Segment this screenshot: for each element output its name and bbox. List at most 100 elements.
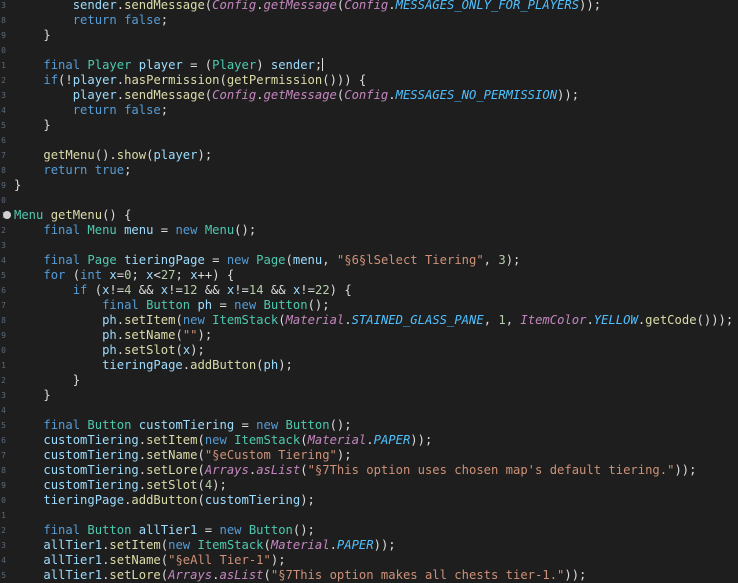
code-token: . [138, 463, 147, 477]
code-line[interactable]: sender.sendMessage(Config.getMessage(Con… [14, 0, 601, 13]
code-line[interactable]: return false; [14, 13, 168, 28]
code-line[interactable]: getMenu().show(player); [14, 148, 212, 163]
code-line[interactable]: customTiering.setSlot(4); [14, 478, 227, 493]
code-token: new [182, 313, 213, 327]
code-token: } [14, 118, 51, 132]
code-token: Button [146, 298, 198, 312]
code-token: Player [87, 58, 139, 72]
code-line[interactable]: final Button customTiering = new Button(… [14, 418, 351, 433]
code-token: Button [248, 523, 293, 537]
code-token: new [168, 538, 198, 552]
code-token: } [14, 178, 22, 192]
code-token: = [212, 298, 235, 312]
code-token: new [175, 223, 205, 237]
code-line[interactable]: return false; [14, 103, 168, 118]
code-line[interactable]: player.sendMessage(Config.getMessage(Con… [14, 88, 579, 103]
code-token: getCode [645, 313, 697, 327]
code-token: 1 [498, 313, 506, 327]
code-token: . [138, 448, 147, 462]
code-token: "§6§lSelect Tiering" [336, 253, 484, 267]
code-token: ph [102, 343, 117, 357]
code-line[interactable]: tieringPage.addButton(customTiering); [14, 493, 315, 508]
code-token: ItemStack [212, 313, 279, 327]
code-token: "" [182, 328, 198, 342]
code-line[interactable]: if (x!=4 && x!=12 && x!=14 && x!=22) { [14, 283, 352, 298]
code-token: ); [336, 448, 352, 462]
code-token: Config [212, 88, 257, 102]
code-token: . [116, 88, 125, 102]
code-line[interactable]: customTiering.setItem(new ItemStack(Mate… [14, 433, 432, 448]
code-token: . [116, 343, 125, 357]
code-token: ); [212, 478, 227, 492]
code-token: tieringPage [124, 253, 205, 267]
code-token: ; [314, 58, 323, 72]
code-token: Material [270, 538, 330, 552]
code-token: = [204, 253, 227, 267]
code-token: customTiering [43, 478, 139, 492]
code-token: setName [124, 328, 176, 342]
code-line[interactable]: } [14, 28, 51, 43]
code-token: 22 [314, 283, 330, 297]
code-line[interactable]: allTier1.setItem(new ItemStack(Material.… [14, 538, 395, 553]
code-token: ( [285, 253, 293, 267]
code-token: setItem [146, 433, 198, 447]
code-token: ph [102, 313, 117, 327]
code-line[interactable]: customTiering.setLore(Arrays.asList("§7T… [14, 463, 696, 478]
code-line[interactable]: return true; [14, 163, 131, 178]
code-token: player [72, 88, 117, 102]
code-area[interactable]: sender.sendMessage(Config.getMessage(Con… [0, 0, 738, 583]
code-token: ( [263, 538, 271, 552]
code-line[interactable]: } [14, 373, 80, 388]
code-token: ; [160, 13, 169, 27]
code-line[interactable]: } [14, 388, 50, 403]
code-line[interactable]: ph.setSlot(x); [14, 343, 205, 358]
code-token: Player [212, 58, 257, 72]
code-token: ( [300, 433, 308, 447]
code-token: if [43, 73, 59, 87]
code-token: (); [307, 298, 330, 312]
code-line[interactable]: final Menu menu = new Menu(); [14, 223, 256, 238]
code-line[interactable]: allTier1.setName("§eAll Tier-1"); [14, 553, 285, 568]
code-token: )); [579, 0, 602, 12]
code-line[interactable]: ph.setName(""); [14, 328, 212, 343]
code-token: } [14, 28, 51, 42]
code-line[interactable]: customTiering.setName("§eCustom Tiering"… [14, 448, 352, 463]
code-token: ( [175, 343, 183, 357]
code-token: . [212, 568, 220, 582]
code-token: ph [102, 328, 117, 342]
code-editor[interactable]: 389012345678901234567890123456789012345 … [0, 0, 738, 583]
code-line[interactable]: tieringPage.addButton(ph); [14, 358, 293, 373]
code-line[interactable]: for (int x=0; x<27; x++) { [14, 268, 234, 283]
code-token: = [153, 223, 176, 237]
code-token: ItemStack [234, 433, 301, 447]
code-token: Material [285, 313, 345, 327]
code-line[interactable]: final Page tieringPage = new Page(menu, … [14, 253, 520, 268]
fold-marker-icon[interactable] [3, 211, 11, 219]
code-line[interactable]: if(!player.hasPermission(getPermission()… [14, 73, 366, 88]
code-line[interactable]: final Button allTier1 = new Button(); [14, 523, 315, 538]
code-token: getPermission [226, 73, 323, 87]
code-line[interactable]: final Player player = (Player) sender; [14, 58, 324, 73]
code-line[interactable]: final Button ph = new Button(); [14, 298, 330, 313]
code-token: ph [263, 358, 279, 372]
code-token: )); [557, 88, 580, 102]
code-token: , [322, 253, 337, 267]
code-token: setName [109, 553, 161, 567]
code-line[interactable]: Menu getMenu() { [14, 208, 131, 223]
code-line[interactable]: allTier1.setLore(Arrays.asList("§7This o… [14, 568, 586, 583]
code-token: . [256, 0, 264, 12]
code-line[interactable]: } [14, 118, 51, 133]
code-token: 3 [498, 253, 506, 267]
code-line[interactable]: ph.setItem(new ItemStack(Material.STAINE… [14, 313, 733, 328]
code-line[interactable]: } [14, 178, 21, 193]
code-token: new [219, 523, 249, 537]
code-token: . [116, 73, 125, 87]
